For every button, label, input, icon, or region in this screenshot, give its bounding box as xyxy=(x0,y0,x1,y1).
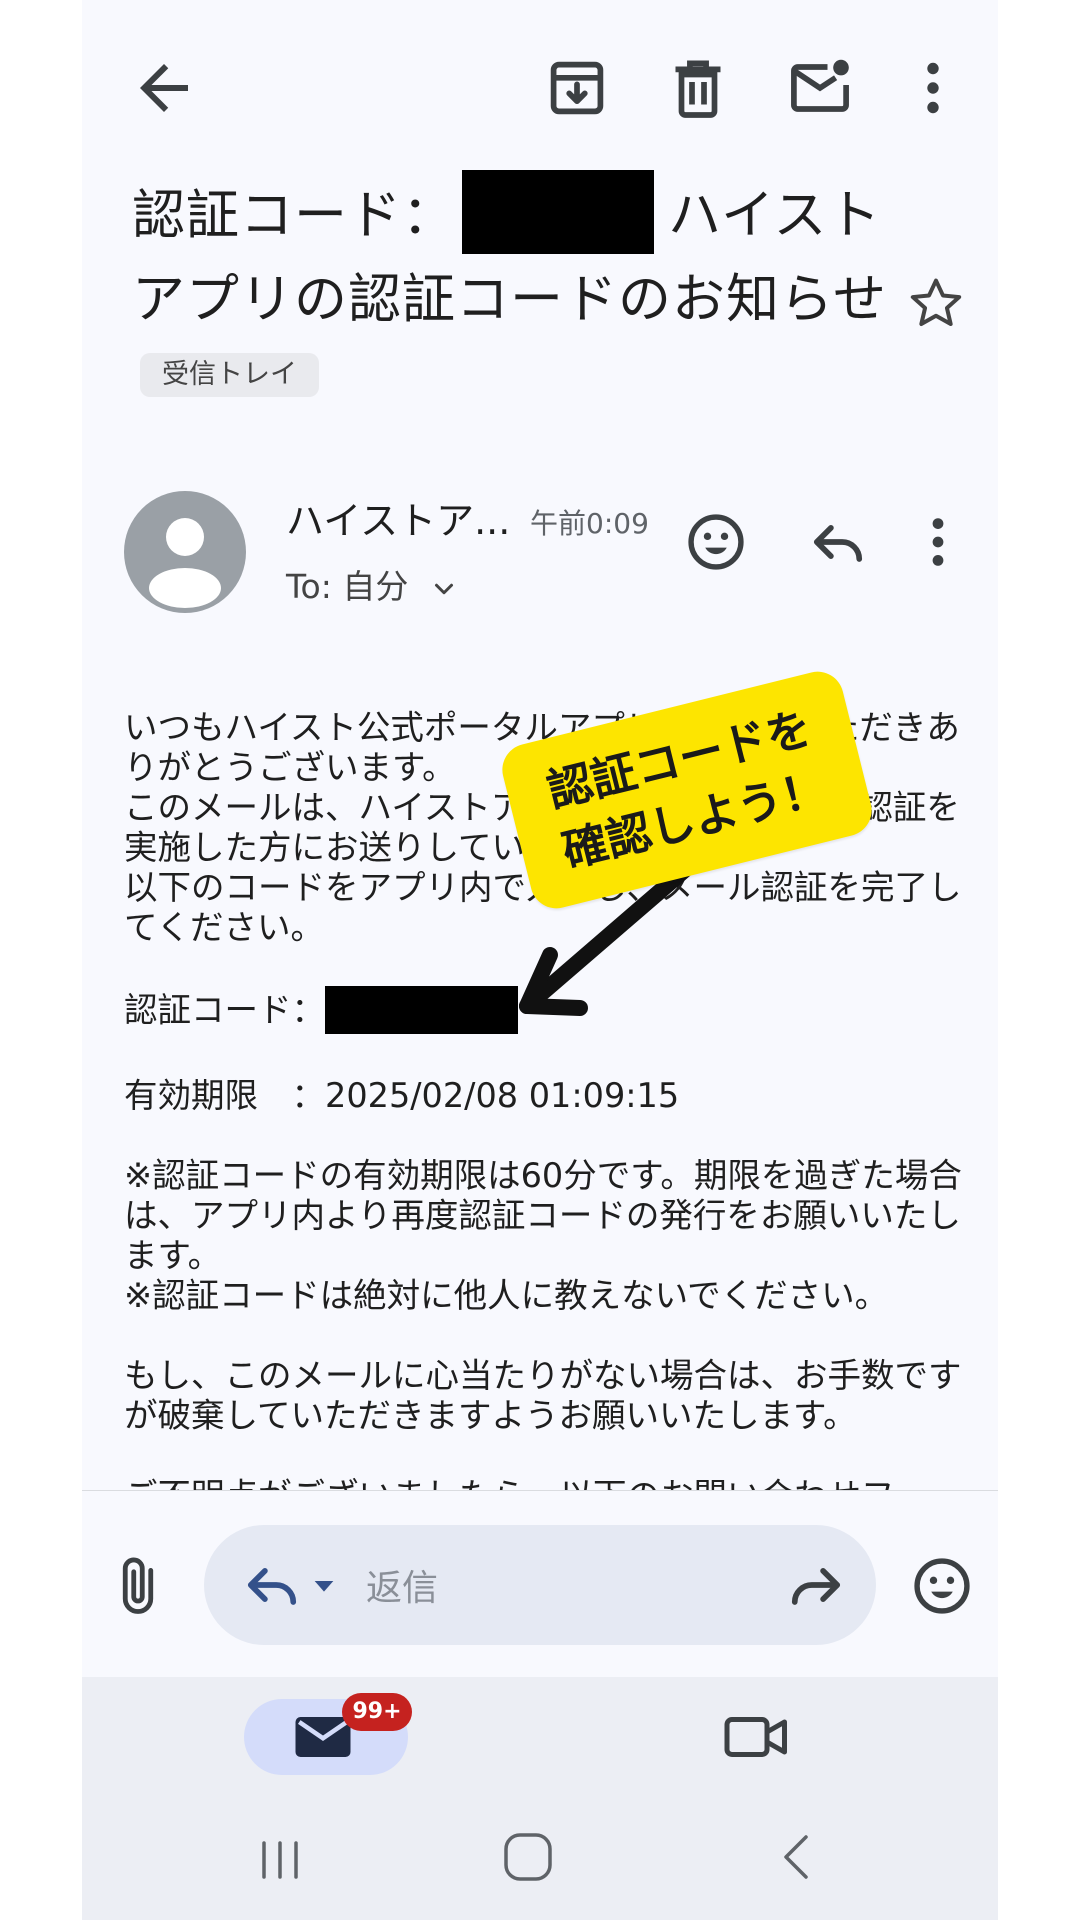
attach-icon[interactable] xyxy=(104,1552,172,1620)
recipient-details[interactable]: To: 自分 xyxy=(286,560,459,608)
expiry-label: 有効期限 ： xyxy=(124,1076,325,1115)
subject-prefix: 認証コード： xyxy=(132,185,456,246)
code-label: 認証コード： xyxy=(124,990,325,1030)
caret-down-icon[interactable] xyxy=(308,1569,340,1601)
avatar[interactable] xyxy=(124,491,246,613)
expiry-value: 2025/02/08 01:09:15 xyxy=(325,1076,680,1115)
more-vert-icon[interactable] xyxy=(897,52,969,124)
reply-input[interactable]: 返信 xyxy=(204,1525,876,1645)
redacted-code-block xyxy=(325,986,518,1034)
code-line: 認証コード： xyxy=(124,986,964,1036)
redacted-code-block xyxy=(462,170,654,255)
closing-note: もし、このメールに心当たりがない場合は、お手数ですが破棄していただきますようお願… xyxy=(124,1356,962,1435)
home-icon[interactable] xyxy=(500,1829,556,1885)
email-screen: 認証コード： ハイストアプリの認証コードのお知らせ受信トレイ ハイストア... 午… xyxy=(82,0,998,1920)
sent-time: 午前0:09 xyxy=(530,507,649,540)
mark-unread-icon[interactable] xyxy=(784,52,856,124)
back-arrow-icon[interactable] xyxy=(128,52,200,124)
reply-icon[interactable] xyxy=(804,508,872,576)
reply-icon[interactable] xyxy=(238,1551,306,1619)
nav-mail-tab[interactable]: 99+ xyxy=(244,1693,412,1775)
trash-icon[interactable] xyxy=(662,52,734,124)
secrecy-note: ※認証コードは絶対に他人に教えないでください。 xyxy=(124,1276,889,1315)
inbox-label-chip[interactable]: 受信トレイ xyxy=(140,352,319,397)
emoji-icon[interactable] xyxy=(682,508,750,576)
sender-name[interactable]: ハイストア... xyxy=(286,490,510,545)
bottom-nav: 99+ xyxy=(82,1677,998,1920)
chevron-down-icon xyxy=(434,583,453,594)
forward-icon[interactable] xyxy=(782,1551,850,1619)
email-subject: 認証コード： ハイストアプリの認証コードのお知らせ受信トレイ xyxy=(132,170,892,420)
star-icon[interactable] xyxy=(904,272,968,336)
expiry-line: 有効期限 ：2025/02/08 01:09:15 xyxy=(124,1076,964,1116)
recipient-text: To: 自分 xyxy=(286,567,409,606)
more-vert-icon[interactable] xyxy=(904,508,972,576)
emoji-icon[interactable] xyxy=(908,1552,976,1620)
reply-placeholder: 返信 xyxy=(366,1568,439,1609)
recent-apps-icon[interactable] xyxy=(250,1835,310,1885)
video-icon[interactable] xyxy=(722,1707,792,1767)
unread-count-badge: 99+ xyxy=(342,1693,412,1731)
archive-icon[interactable] xyxy=(541,52,613,124)
expiry-note: ※認証コードの有効期限は60分です。期限を過ぎた場合は、アプリ内より再度認証コー… xyxy=(124,1156,962,1275)
system-back-icon[interactable] xyxy=(772,1829,820,1885)
